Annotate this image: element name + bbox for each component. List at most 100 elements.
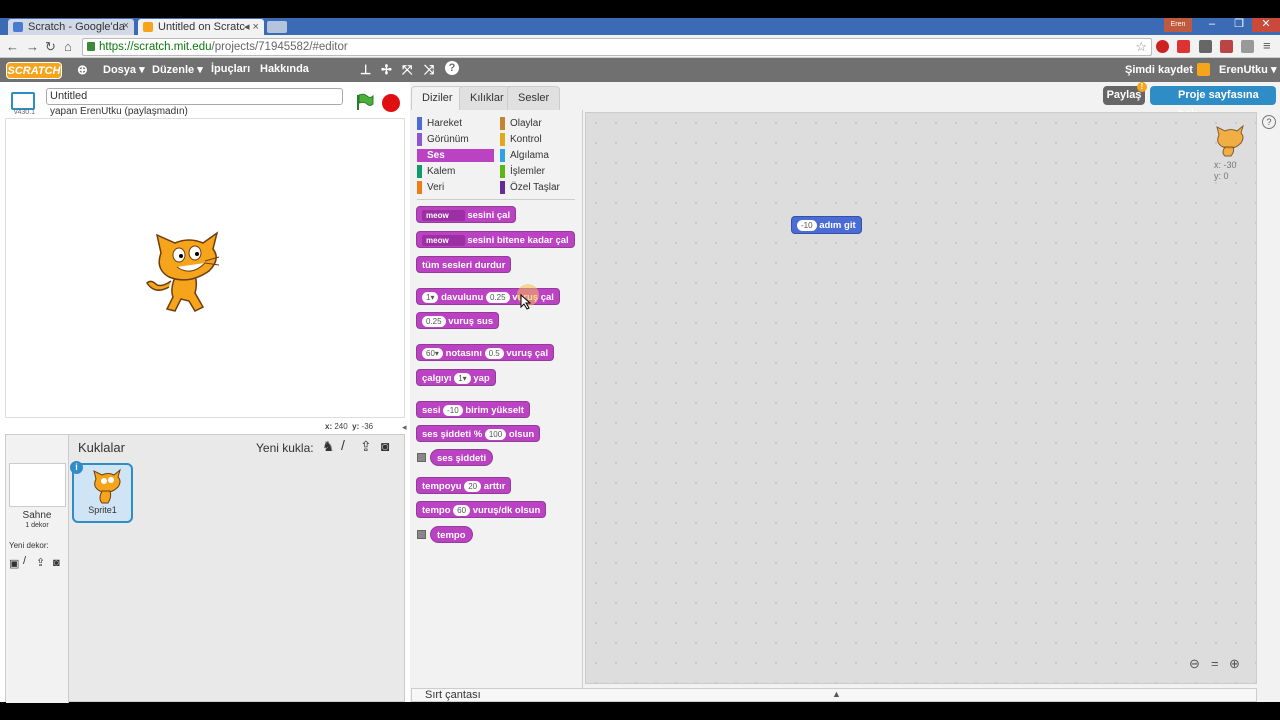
sprite-thumbnail-sprite1[interactable]: i Sprite1 xyxy=(70,461,133,523)
zoom-out-icon[interactable]: ⊖ xyxy=(1189,656,1200,672)
paint-brush-icon[interactable]: / xyxy=(341,437,345,453)
reload-icon[interactable]: ↻ xyxy=(45,39,56,55)
forward-icon[interactable]: → xyxy=(26,39,39,54)
duplicate-stamp-icon[interactable]: ⊥ xyxy=(360,62,371,78)
instrument-dropdown[interactable]: 1▾ xyxy=(454,372,471,384)
category-1[interactable]: Olaylar xyxy=(500,117,577,130)
close-tab-icon[interactable]: × xyxy=(123,20,129,32)
category-2[interactable]: Görünüm xyxy=(417,133,494,146)
user-menu[interactable]: ErenUtku ▾ xyxy=(1219,63,1276,76)
extension-icon[interactable] xyxy=(1241,40,1254,53)
cat-sprite-icon[interactable] xyxy=(139,225,221,315)
block-play-sound[interactable]: meow sesini çal xyxy=(416,206,517,223)
close-tab-icon[interactable]: ◂ × xyxy=(244,20,259,33)
extension-icon[interactable] xyxy=(1220,40,1233,53)
block-change-tempo[interactable]: tempoyu 20 arttır xyxy=(416,477,512,494)
stage-thumbnail[interactable] xyxy=(9,463,66,507)
stop-icon[interactable] xyxy=(382,94,400,112)
volume-checkbox[interactable] xyxy=(417,453,426,462)
category-8[interactable]: Veri xyxy=(417,181,494,194)
grow-icon[interactable]: ⤧ xyxy=(402,62,412,78)
sprite-library-icon[interactable]: ♞ xyxy=(322,438,335,455)
block-set-instrument[interactable]: çalgıyı 1▾ yap xyxy=(416,369,496,386)
opera-icon[interactable] xyxy=(1156,40,1169,53)
back-icon[interactable]: ← xyxy=(6,39,19,54)
home-icon[interactable]: ⌂ xyxy=(64,39,72,54)
collapse-arrow-icon[interactable]: ◂ xyxy=(402,422,407,433)
fullscreen-icon[interactable] xyxy=(11,92,35,110)
help-icon[interactable]: ? xyxy=(445,61,459,75)
tab-scripts[interactable]: Diziler xyxy=(411,86,464,110)
scratch-logo[interactable]: SCRATCH xyxy=(6,62,62,79)
block-move-steps[interactable]: -10 adım git xyxy=(791,216,862,234)
reporter-volume[interactable]: ses şiddeti xyxy=(430,449,494,466)
category-4[interactable]: Ses xyxy=(417,149,494,162)
extension-icon[interactable] xyxy=(1199,40,1212,53)
block-set-volume[interactable]: ses şiddeti % 100 olsun xyxy=(416,425,541,442)
sound-dropdown[interactable]: meow xyxy=(422,209,465,221)
block-play-note[interactable]: 60▾ notasını 0.5 vuruş çal xyxy=(416,344,555,361)
see-project-page-button[interactable]: Proje sayfasına bak xyxy=(1150,86,1276,120)
block-set-tempo[interactable]: tempo 60 vuruş/dk olsun xyxy=(416,501,547,518)
menu-tips[interactable]: İpuçları xyxy=(211,63,250,75)
menu-file[interactable]: Dosya ▾ xyxy=(103,63,145,76)
shrink-icon[interactable]: ⤨ xyxy=(424,62,434,78)
steps-input[interactable]: -10 xyxy=(797,219,817,231)
beats-input[interactable]: 0.25 xyxy=(422,315,446,327)
category-0[interactable]: Hareket xyxy=(417,117,494,130)
new-tab-button[interactable] xyxy=(267,21,287,33)
scripts-area[interactable]: -10 adım git x: -30 y: 0 ⊖ = ⊕ xyxy=(585,112,1257,684)
tempo-checkbox[interactable] xyxy=(417,530,426,539)
green-flag-icon[interactable] xyxy=(355,93,375,111)
paint-brush-icon[interactable]: / xyxy=(23,555,26,567)
upload-icon[interactable]: ⇪ xyxy=(36,556,45,569)
url-field[interactable]: https://scratch.mit.edu/projects/7194558… xyxy=(82,38,1152,56)
category-3[interactable]: Kontrol xyxy=(500,133,577,146)
backdrop-library-icon[interactable]: ▣ xyxy=(9,557,19,570)
block-play-sound-until-done[interactable]: meow sesini bitene kadar çal xyxy=(416,231,575,248)
browser-tab-scratch[interactable]: Untitled on Scratc ◂ × xyxy=(138,19,264,35)
zoom-in-icon[interactable]: ⊕ xyxy=(1229,656,1240,672)
upload-icon[interactable]: ⇪ xyxy=(360,438,372,455)
menu-about[interactable]: Hakkında xyxy=(260,63,309,75)
window-close-button[interactable]: ✕ xyxy=(1252,18,1280,32)
maximize-button[interactable]: ❐ xyxy=(1226,18,1252,32)
gmail-icon[interactable] xyxy=(1177,40,1190,53)
block-change-volume[interactable]: sesi -10 birim yükselt xyxy=(416,401,530,418)
reporter-tempo[interactable]: tempo xyxy=(430,526,473,543)
category-9[interactable]: Özel Taşlar xyxy=(500,181,577,194)
stage-canvas[interactable] xyxy=(5,118,405,418)
menu-edit[interactable]: Düzenle ▾ xyxy=(152,63,203,76)
note-dropdown[interactable]: 60▾ xyxy=(422,347,443,359)
sprite-info-icon[interactable]: i xyxy=(70,461,83,474)
cut-icon[interactable]: ✢ xyxy=(381,62,392,78)
beats-input[interactable]: 0.5 xyxy=(484,347,504,359)
menu-icon[interactable]: ≡ xyxy=(1263,38,1271,53)
user-avatar[interactable] xyxy=(1197,63,1210,76)
tempo-input[interactable]: 20 xyxy=(464,480,482,492)
browser-profile-badge[interactable]: Eren xyxy=(1164,18,1192,32)
save-now-button[interactable]: Şimdi kaydet xyxy=(1125,64,1193,76)
category-6[interactable]: Kalem xyxy=(417,165,494,178)
minimize-button[interactable]: – xyxy=(1198,18,1226,32)
help-icon[interactable]: ? xyxy=(1262,115,1276,129)
category-5[interactable]: Algılama xyxy=(500,149,577,162)
tab-sounds[interactable]: Sesler xyxy=(507,86,561,110)
expand-arrow-icon[interactable]: ▲ xyxy=(832,689,841,699)
zoom-reset-icon[interactable]: = xyxy=(1211,656,1219,671)
globe-icon[interactable]: ⊕ xyxy=(77,62,88,78)
drum-dropdown[interactable]: 1▾ xyxy=(422,291,439,303)
volume-input[interactable]: 100 xyxy=(484,428,507,440)
volume-input[interactable]: -10 xyxy=(443,404,463,416)
block-rest-for[interactable]: 0.25 vuruş sus xyxy=(416,312,500,329)
category-7[interactable]: İşlemler xyxy=(500,165,577,178)
block-stop-all-sounds[interactable]: tüm sesleri durdur xyxy=(416,256,512,273)
beats-input[interactable]: 0.25 xyxy=(485,291,510,303)
browser-tab-google[interactable]: Scratch - Google'da × xyxy=(8,19,134,35)
bookmark-star-icon[interactable]: ☆ xyxy=(1135,39,1147,55)
sound-dropdown[interactable]: meow xyxy=(422,234,465,246)
backpack-bar[interactable]: Sırt çantası ▲ xyxy=(411,688,1257,702)
camera-icon[interactable]: ◙ xyxy=(381,438,389,454)
camera-icon[interactable]: ◙ xyxy=(53,557,60,569)
tempo-input[interactable]: 60 xyxy=(453,504,471,516)
